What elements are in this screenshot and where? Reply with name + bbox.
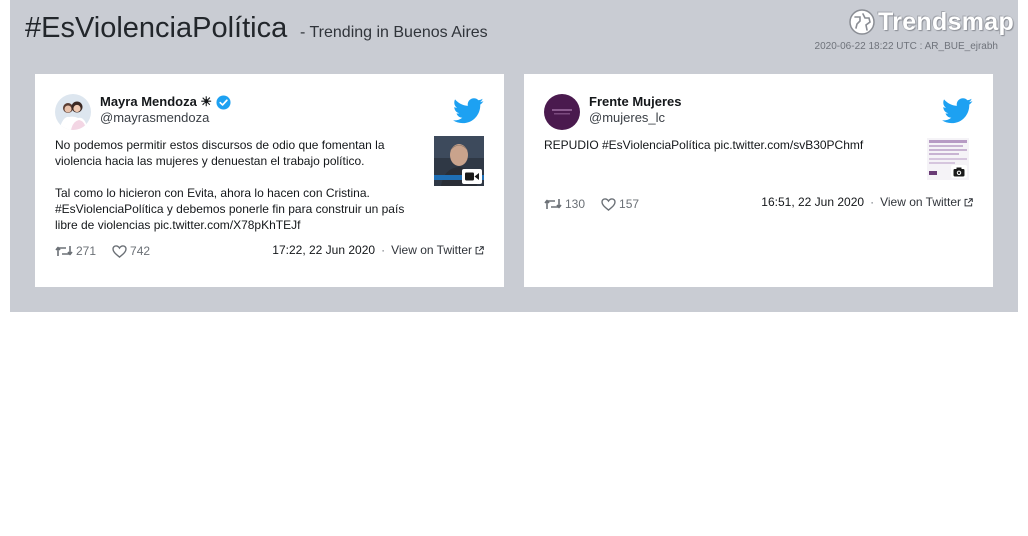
author-handle[interactable]: @mujeres_lc [589, 110, 665, 125]
header-panel: #EsViolenciaPolítica - Trending in Bueno… [10, 0, 1018, 312]
tweet-timestamp[interactable]: 16:51, 22 Jun 2020 [761, 195, 864, 209]
retweet-icon [544, 199, 562, 209]
tweet-media-thumbnail[interactable] [927, 138, 969, 180]
external-link-icon [475, 245, 484, 254]
avatar[interactable] [544, 94, 580, 130]
retweet-count[interactable]: 271 [55, 244, 96, 258]
tweet-timestamp[interactable]: 17:22, 22 Jun 2020 [272, 243, 375, 257]
like-count[interactable]: 742 [112, 244, 150, 258]
author-name-row: Mayra Mendoza ☀ [100, 94, 231, 110]
author-handle[interactable]: @mayrasmendoza [100, 110, 209, 125]
camera-icon [951, 165, 967, 178]
tweet-media-thumbnail[interactable] [434, 136, 484, 186]
tweet-text-paragraph: Tal como lo hicieron con Evita, ahora lo… [55, 186, 405, 232]
tweet-text: REPUDIO #EsViolenciaPolítica pic.twitter… [544, 137, 899, 153]
twitter-bird-icon[interactable] [942, 98, 973, 124]
tweet-stats: 271 742 [55, 244, 166, 258]
external-link-icon [964, 197, 973, 206]
retweet-icon [55, 246, 73, 256]
heart-icon [112, 244, 127, 258]
verified-badge-icon [216, 94, 231, 110]
like-count[interactable]: 157 [601, 197, 639, 211]
tweet-stats: 130 157 [544, 197, 655, 211]
trendsmap-logo[interactable]: Trendsmap [848, 5, 1014, 39]
author-name-row: Frente Mujeres [589, 94, 681, 109]
author-name[interactable]: Frente Mujeres [589, 94, 681, 109]
tweet-card: Frente Mujeres @mujeres_lc REPUDIO #EsVi… [524, 74, 993, 287]
trending-hashtag-title[interactable]: #EsViolenciaPolítica [25, 12, 287, 45]
separator-dot: · [381, 243, 386, 257]
tweet-footer: 16:51, 22 Jun 2020 · View on Twitter [761, 195, 973, 209]
avatar[interactable] [55, 94, 91, 130]
twitter-bird-icon[interactable] [453, 98, 484, 124]
snapshot-meta: 2020-06-22 18:22 UTC : AR_BUE_ejrabh [814, 41, 998, 52]
tweet-footer: 17:22, 22 Jun 2020 · View on Twitter [272, 243, 484, 257]
tweet-text-paragraph: REPUDIO #EsViolenciaPolítica pic.twitter… [544, 138, 864, 152]
view-on-twitter-link[interactable]: View on Twitter [391, 243, 472, 257]
author-name[interactable]: Mayra Mendoza ☀ [100, 94, 212, 110]
view-on-twitter-link[interactable]: View on Twitter [880, 195, 961, 209]
tweet-card: Mayra Mendoza ☀ @mayrasmendoza No podemo… [35, 74, 504, 287]
trending-location-subtitle: - Trending in Buenos Aires [300, 24, 488, 41]
retweet-count[interactable]: 130 [544, 197, 585, 211]
tweet-text: No podemos permitir estos discursos de o… [55, 137, 410, 233]
trendsmap-logo-icon [849, 9, 875, 35]
heart-icon [601, 197, 616, 211]
separator-dot: · [870, 195, 875, 209]
tweet-text-paragraph: No podemos permitir estos discursos de o… [55, 138, 385, 168]
trendsmap-brand-name: Trendsmap [878, 7, 1015, 36]
video-camera-icon [462, 169, 482, 184]
